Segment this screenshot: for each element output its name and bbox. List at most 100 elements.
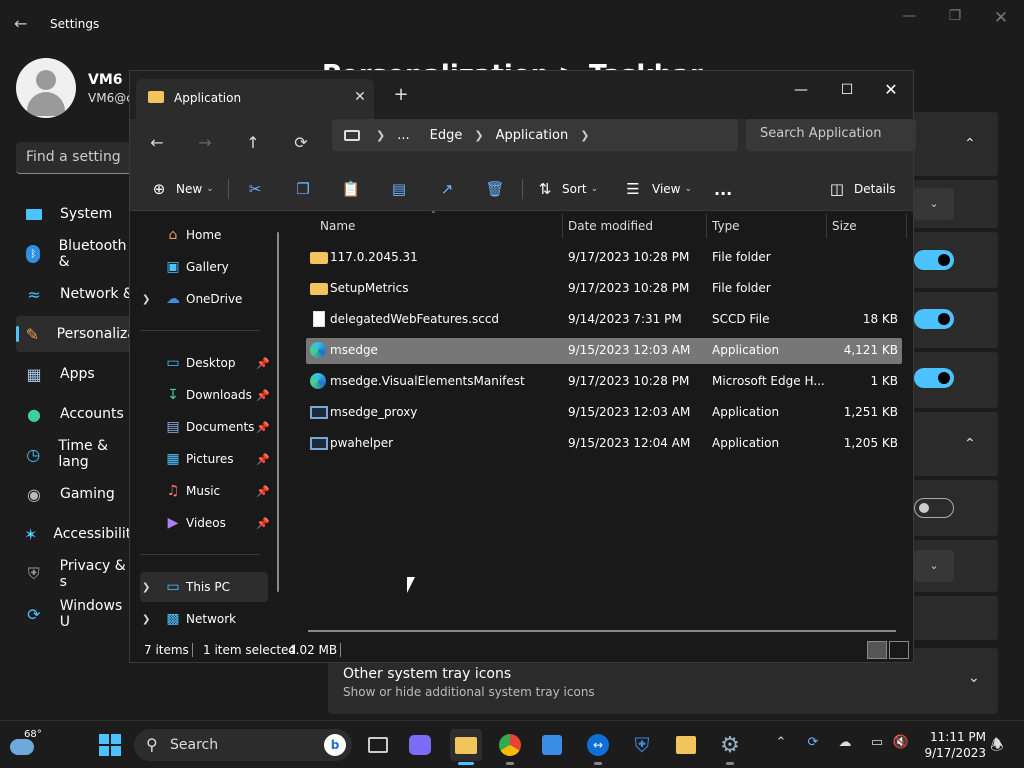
tab-application[interactable]: Application ✕ [136, 79, 374, 119]
file-row[interactable]: SetupMetrics 9/17/2023 10:28 PM File fol… [306, 276, 902, 302]
setting-dropdown[interactable]: ⌄ [914, 550, 954, 582]
nav-item-bluetooth[interactable]: ᛒ Bluetooth & [16, 236, 136, 272]
sidebar-item-videos[interactable]: ▶ Videos 📌 [140, 508, 270, 538]
settings-restore-button[interactable]: ❐ [932, 8, 978, 28]
file-row[interactable]: delegatedWebFeatures.sccd 9/14/2023 7:31… [306, 307, 902, 333]
sidebar-scrollbar[interactable] [277, 232, 279, 592]
taskbar-task-view[interactable] [362, 729, 394, 761]
file-row[interactable]: msedge_proxy 9/15/2023 12:03 AM Applicat… [306, 400, 902, 426]
chevron-right-icon[interactable]: ❯ [142, 582, 154, 593]
minimize-button[interactable]: — [778, 75, 824, 105]
chevron-right-icon[interactable]: ❯ [142, 294, 154, 305]
settings-minimize-button[interactable]: — [886, 8, 932, 28]
sidebar-item-music[interactable]: ♫ Music 📌 [140, 476, 270, 506]
file-row-selected[interactable]: msedge 9/15/2023 12:03 AM Application 4,… [306, 338, 902, 364]
pin-icon[interactable]: 📌 [256, 389, 270, 402]
sidebar-item-home[interactable]: ⌂ Home [140, 220, 268, 250]
paste-button[interactable]: 📋 [342, 175, 361, 203]
up-arrow-icon[interactable]: ↑ [238, 131, 268, 155]
weather-widget[interactable]: 68° [8, 729, 44, 761]
column-divider[interactable] [562, 214, 563, 238]
sort-button[interactable]: ⇅ Sort ⌄ [536, 175, 598, 203]
details-pane-button[interactable]: ◫ Details [828, 175, 896, 203]
file-row[interactable]: pwahelper 9/15/2023 12:04 AM Application… [306, 431, 902, 457]
sidebar-item-pictures[interactable]: ▦ Pictures 📌 [140, 444, 269, 474]
column-header-name[interactable]: Name [320, 214, 355, 238]
pin-icon[interactable]: 📌 [256, 421, 270, 434]
sidebar-item-gallery[interactable]: ▣ Gallery [140, 252, 268, 282]
nav-item-time-language[interactable]: ◷ Time & lang [16, 436, 136, 472]
back-arrow-icon[interactable]: ← [142, 131, 172, 155]
taskbar-chrome[interactable] [494, 729, 526, 765]
chevron-down-icon[interactable]: ⌄ [968, 670, 980, 686]
toggle-switch-on[interactable] [914, 250, 954, 270]
copy-button[interactable]: ❐ [294, 175, 312, 203]
nav-item-apps[interactable]: ▦ Apps [16, 356, 136, 392]
refresh-icon[interactable]: ⟳ [286, 131, 316, 155]
taskbar-search-box[interactable]: ⚲ Search b [134, 729, 352, 761]
maximize-button[interactable]: ☐ [824, 75, 870, 105]
breadcrumb-application[interactable]: Application [496, 128, 569, 143]
view-button[interactable]: ☰ View ⌄ [624, 175, 692, 203]
cut-button[interactable]: ✂ [246, 175, 264, 203]
chevron-up-icon[interactable]: ⌃ [964, 136, 976, 152]
back-arrow-icon[interactable]: ← [14, 14, 34, 34]
breadcrumb-ellipsis[interactable]: ... [397, 128, 409, 143]
column-header-size[interactable]: Size [832, 214, 857, 238]
bing-icon[interactable]: b [324, 734, 346, 756]
nav-item-personalization[interactable]: ✎ Personaliza [16, 316, 136, 352]
chevron-right-icon[interactable]: ❯ [580, 129, 589, 142]
chevron-right-icon[interactable]: ❯ [474, 129, 483, 142]
horizontal-scrollbar[interactable] [308, 630, 896, 632]
forward-arrow-icon[interactable]: → [190, 131, 220, 155]
pin-icon[interactable]: 📌 [256, 485, 270, 498]
close-button[interactable]: ✕ [868, 75, 914, 105]
column-divider[interactable] [906, 214, 907, 238]
notification-bell-icon[interactable]: 🕭 [986, 735, 1008, 755]
rename-button[interactable]: ▤ [390, 175, 408, 203]
chevron-right-icon[interactable]: ❯ [376, 129, 385, 142]
breadcrumb[interactable]: ❯ ... Edge ❯ Application ❯ [332, 119, 738, 151]
sidebar-item-onedrive[interactable]: ❯ ☁ OneDrive [140, 284, 268, 314]
nav-item-network[interactable]: ≈ Network & [16, 276, 136, 312]
search-application-input[interactable]: Search Application [746, 119, 916, 151]
nav-item-windows-update[interactable]: ⟳ Windows U [16, 596, 136, 632]
user-avatar[interactable] [16, 58, 76, 118]
nav-item-accounts[interactable]: ● Accounts [16, 396, 136, 432]
this-pc-icon[interactable] [344, 129, 360, 141]
chevron-up-icon[interactable]: ⌃ [964, 436, 976, 452]
taskbar-teamviewer[interactable]: ↔ [582, 729, 614, 765]
nav-item-accessibility[interactable]: ✶ Accessibility [16, 516, 140, 552]
start-button[interactable] [94, 729, 126, 761]
taskbar-file-explorer[interactable] [450, 729, 482, 765]
sidebar-item-this-pc[interactable]: ❯ ▭ This PC [140, 572, 268, 602]
toggle-switch-on[interactable] [914, 368, 954, 388]
nav-item-gaming[interactable]: ◉ Gaming [16, 476, 136, 512]
toggle-switch-on[interactable] [914, 309, 954, 329]
column-header-date-modified[interactable]: Date modified [568, 214, 653, 238]
setting-dropdown[interactable]: ⌄ [914, 188, 954, 220]
sidebar-item-documents[interactable]: ▤ Documents 📌 [140, 412, 270, 442]
find-setting-input[interactable]: Find a setting [16, 142, 136, 174]
sidebar-item-network[interactable]: ❯ ▩ Network [140, 604, 268, 634]
delete-button[interactable]: 🗑 [485, 175, 504, 203]
taskbar-notes[interactable] [670, 729, 702, 761]
show-hidden-icons-chevron-icon[interactable]: ⌃ [770, 735, 792, 755]
chevron-right-icon[interactable]: ❯ [142, 614, 154, 625]
network-monitor-icon[interactable]: ▭ [866, 735, 888, 755]
sidebar-item-desktop[interactable]: ▭ Desktop 📌 [140, 348, 269, 378]
nav-item-privacy[interactable]: ⛨ Privacy & s [16, 556, 136, 592]
taskbar-teams[interactable] [404, 729, 436, 761]
column-header-type[interactable]: Type [712, 214, 740, 238]
share-button[interactable]: ↗ [438, 175, 456, 203]
system-clock[interactable]: 11:11 PM 9/17/2023 [922, 729, 986, 761]
taskbar-settings[interactable]: ⚙ [714, 729, 746, 765]
details-view-icon[interactable] [867, 641, 887, 659]
taskbar-store[interactable] [536, 729, 568, 761]
settings-close-button[interactable]: ✕ [978, 8, 1024, 28]
more-options-button[interactable]: ... [714, 175, 732, 203]
large-icons-view-icon[interactable] [889, 641, 909, 659]
nav-item-system[interactable]: System [16, 196, 136, 232]
volume-muted-icon[interactable]: 🔇 [890, 735, 912, 755]
breadcrumb-edge[interactable]: Edge [430, 128, 463, 143]
